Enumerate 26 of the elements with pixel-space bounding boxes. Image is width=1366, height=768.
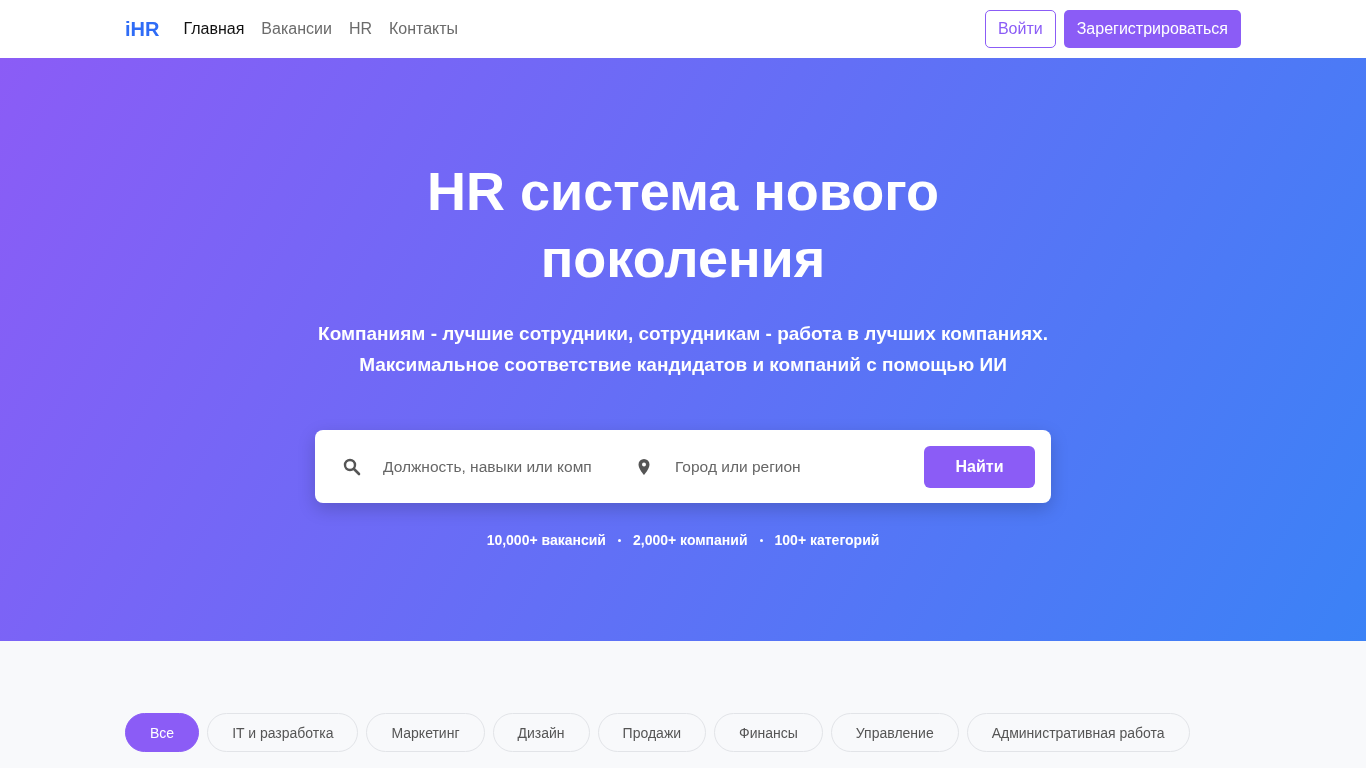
category-chip[interactable]: Продажи xyxy=(597,713,707,752)
nav-link[interactable]: Главная xyxy=(183,20,245,38)
category-chip[interactable]: Маркетинг xyxy=(366,713,485,752)
search-icon xyxy=(343,457,361,476)
nav-link[interactable]: Вакансии xyxy=(261,20,332,38)
category-chip[interactable]: Дизайн xyxy=(492,713,590,752)
nav-link[interactable]: Контакты xyxy=(389,20,459,38)
stat-text: 10,000+ вакансий xyxy=(486,532,606,548)
hero-subtitle: Компаниям - лучшие сотрудники, сотрудникам - работа в лучших компаниях. Максимальное соответствие кандидатов и компаний с помощью ИИ xyxy=(318,322,1048,377)
login-button[interactable]: Войти xyxy=(984,10,1056,48)
logo[interactable]: iHR xyxy=(125,17,160,41)
query-input-field[interactable]: Должность, навыки или комп xyxy=(381,456,621,477)
register-button[interactable]: Зарегистрироваться xyxy=(1063,10,1241,48)
category-chip[interactable]: IT и разработка xyxy=(207,713,359,752)
category-chip[interactable]: Административная работа xyxy=(966,713,1190,752)
category-chip[interactable]: Управление xyxy=(830,713,959,752)
stat-text: 2,000+ компаний xyxy=(632,532,748,548)
separator-dot xyxy=(617,538,621,542)
location-input-field[interactable]: Город или регион xyxy=(673,456,924,477)
separator-dot xyxy=(759,538,763,542)
stat-text: 100+ категорий xyxy=(774,532,880,548)
category-chip[interactable]: Все xyxy=(125,713,200,752)
category-chip[interactable]: Финансы xyxy=(714,713,823,752)
hero-title: HR система нового поколения xyxy=(426,160,940,290)
nav-link[interactable]: HR xyxy=(348,20,372,38)
find-button[interactable]: Найти xyxy=(924,445,1035,488)
